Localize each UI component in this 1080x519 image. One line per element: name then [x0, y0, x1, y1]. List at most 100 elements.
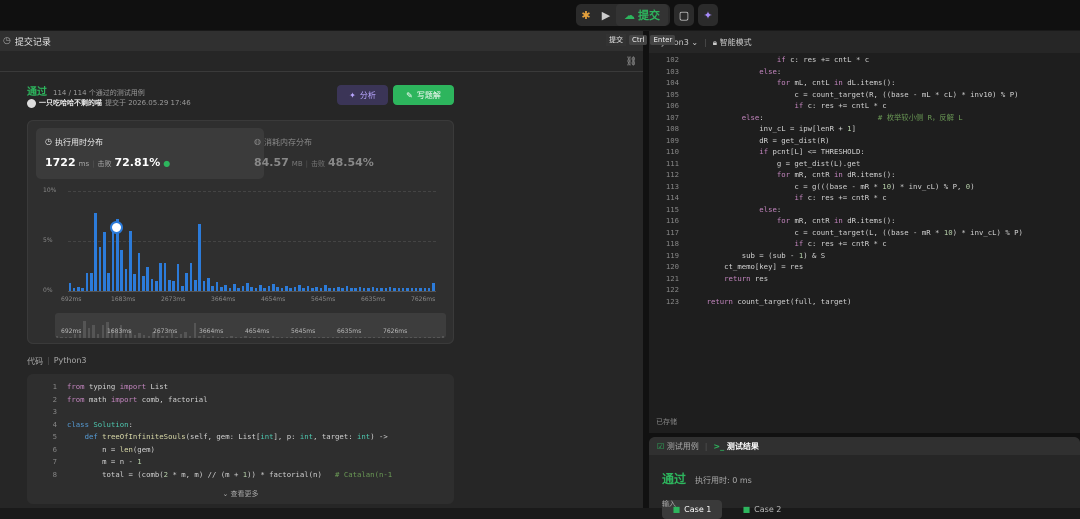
notes-icon[interactable]: ▢	[674, 4, 694, 26]
histogram-bar[interactable]	[85, 273, 89, 291]
histogram-bar[interactable]	[371, 287, 375, 291]
case-2-tab[interactable]: ■ Case 2	[732, 500, 792, 519]
histogram-bar[interactable]	[310, 288, 314, 291]
memory-title-row[interactable]: ◍ 消耗内存分布	[254, 137, 312, 148]
avatar[interactable]	[27, 98, 36, 108]
histogram-bar[interactable]	[401, 288, 405, 291]
histogram-bar[interactable]	[163, 263, 167, 291]
histogram-bar[interactable]	[375, 288, 379, 291]
histogram-bar[interactable]	[393, 288, 396, 291]
histogram-bar[interactable]	[198, 224, 201, 291]
histogram-bar[interactable]	[146, 267, 150, 291]
histogram-bar[interactable]	[397, 288, 401, 291]
histogram-bar[interactable]	[414, 288, 418, 291]
histogram-bar[interactable]	[367, 288, 370, 291]
histogram-bar[interactable]	[185, 273, 188, 291]
debug-icon[interactable]: ✱	[576, 4, 596, 26]
histogram-bar[interactable]	[194, 280, 197, 291]
histogram-bar[interactable]	[233, 284, 236, 291]
histogram-bar[interactable]	[159, 263, 162, 291]
histogram-bar[interactable]	[202, 281, 206, 291]
histogram-bar[interactable]	[77, 287, 80, 291]
histogram-bar[interactable]	[254, 288, 258, 291]
histogram-bar[interactable]	[103, 232, 106, 291]
histogram-bar[interactable]	[241, 286, 245, 291]
histogram-bar[interactable]	[358, 287, 362, 291]
histogram-bar[interactable]	[228, 288, 232, 291]
see-more-button[interactable]: ⌄ 查看更多	[27, 489, 454, 499]
histogram-bar[interactable]	[211, 286, 214, 291]
histogram-bar[interactable]	[150, 279, 154, 291]
histogram-bar[interactable]	[155, 281, 158, 291]
histogram-bar[interactable]	[380, 288, 383, 291]
histogram-bar[interactable]	[168, 280, 171, 291]
histogram-bar[interactable]	[432, 283, 435, 291]
histogram-bar[interactable]	[406, 288, 409, 291]
histogram-bar[interactable]	[336, 287, 340, 291]
histogram-bar[interactable]	[129, 231, 132, 291]
histogram-bar[interactable]	[410, 288, 414, 291]
smart-mode-toggle[interactable]: 🔒︎ 智能模式	[713, 37, 752, 48]
histogram-bar[interactable]	[315, 287, 318, 291]
histogram-bar[interactable]	[323, 285, 327, 291]
histogram-bar[interactable]	[246, 283, 249, 291]
histogram-bar[interactable]	[224, 285, 227, 291]
histogram-bar[interactable]	[172, 281, 175, 291]
submit-button[interactable]: ☁ 提交	[616, 4, 668, 26]
histogram-bar[interactable]	[181, 286, 184, 291]
histogram-bar[interactable]	[345, 286, 349, 291]
histogram-bar[interactable]	[98, 247, 102, 291]
histogram-bar[interactable]	[68, 283, 72, 291]
histogram-bar[interactable]	[137, 253, 141, 291]
histogram-bar[interactable]	[133, 274, 137, 291]
histogram-bar[interactable]	[276, 287, 279, 291]
histogram-bar[interactable]	[111, 232, 115, 291]
tab-test-results[interactable]: >_ 测试结果	[713, 441, 759, 452]
my-submission-avatar-marker[interactable]	[110, 221, 123, 234]
run-icon[interactable]: ▶	[596, 4, 616, 26]
histogram-bar[interactable]	[297, 285, 301, 291]
ai-sparkle-icon[interactable]: ✦	[698, 4, 718, 26]
link-icon[interactable]: ⛓	[626, 57, 637, 67]
histogram-bar[interactable]	[237, 288, 240, 291]
histogram-bar[interactable]	[72, 288, 76, 291]
histogram-bar[interactable]	[90, 273, 93, 291]
histogram-bar[interactable]	[107, 273, 111, 291]
histogram-bar[interactable]	[81, 288, 85, 291]
histogram-bar[interactable]	[189, 263, 193, 291]
histogram-bar[interactable]	[427, 288, 431, 291]
histogram-bar[interactable]	[328, 288, 331, 291]
histogram-bar[interactable]	[302, 288, 305, 291]
histogram-bar[interactable]	[250, 287, 253, 291]
histogram-bar[interactable]	[332, 288, 336, 291]
analyze-button[interactable]: ✦ 分析	[337, 85, 388, 105]
histogram-bar[interactable]	[354, 288, 357, 291]
histogram-bar[interactable]	[94, 213, 98, 291]
tab-test-cases[interactable]: ☑ 测试用例	[657, 441, 699, 452]
histogram-bar[interactable]	[289, 288, 292, 291]
histogram-bar[interactable]	[349, 288, 353, 291]
write-solution-button[interactable]: ✎ 写题解	[393, 85, 454, 105]
histogram-bar[interactable]	[284, 286, 288, 291]
histogram-bar[interactable]	[267, 286, 271, 291]
histogram-bar[interactable]	[207, 278, 210, 291]
histogram-bar[interactable]	[341, 288, 344, 291]
histogram-bar[interactable]	[419, 288, 422, 291]
histogram-bar[interactable]	[120, 250, 124, 291]
histogram-bar[interactable]	[423, 288, 427, 291]
histogram-bar[interactable]	[142, 276, 145, 291]
histogram-bar[interactable]	[388, 287, 392, 291]
code-editor[interactable]: 102 if c: res += cntL * c 103 else: 104 fo…	[649, 53, 1080, 433]
histogram-bar[interactable]	[271, 284, 275, 291]
histogram-bar[interactable]	[319, 288, 323, 291]
histogram-bar[interactable]	[263, 288, 266, 291]
histogram-bar[interactable]	[280, 288, 284, 291]
runtime-card[interactable]: ◷ 执行用时分布 1722 ms | 击败 72.81% ●	[36, 128, 264, 179]
histogram-bar[interactable]	[306, 286, 310, 291]
histogram-bar[interactable]	[293, 287, 297, 291]
histogram-bar[interactable]	[215, 282, 219, 291]
range-slider[interactable]: 692ms 1683ms 2673ms 3664ms 4654ms 5645ms 6635m…	[55, 313, 446, 338]
histogram-bar[interactable]	[258, 285, 262, 291]
histogram-bar[interactable]	[124, 269, 128, 291]
histogram-bar[interactable]	[362, 288, 366, 291]
